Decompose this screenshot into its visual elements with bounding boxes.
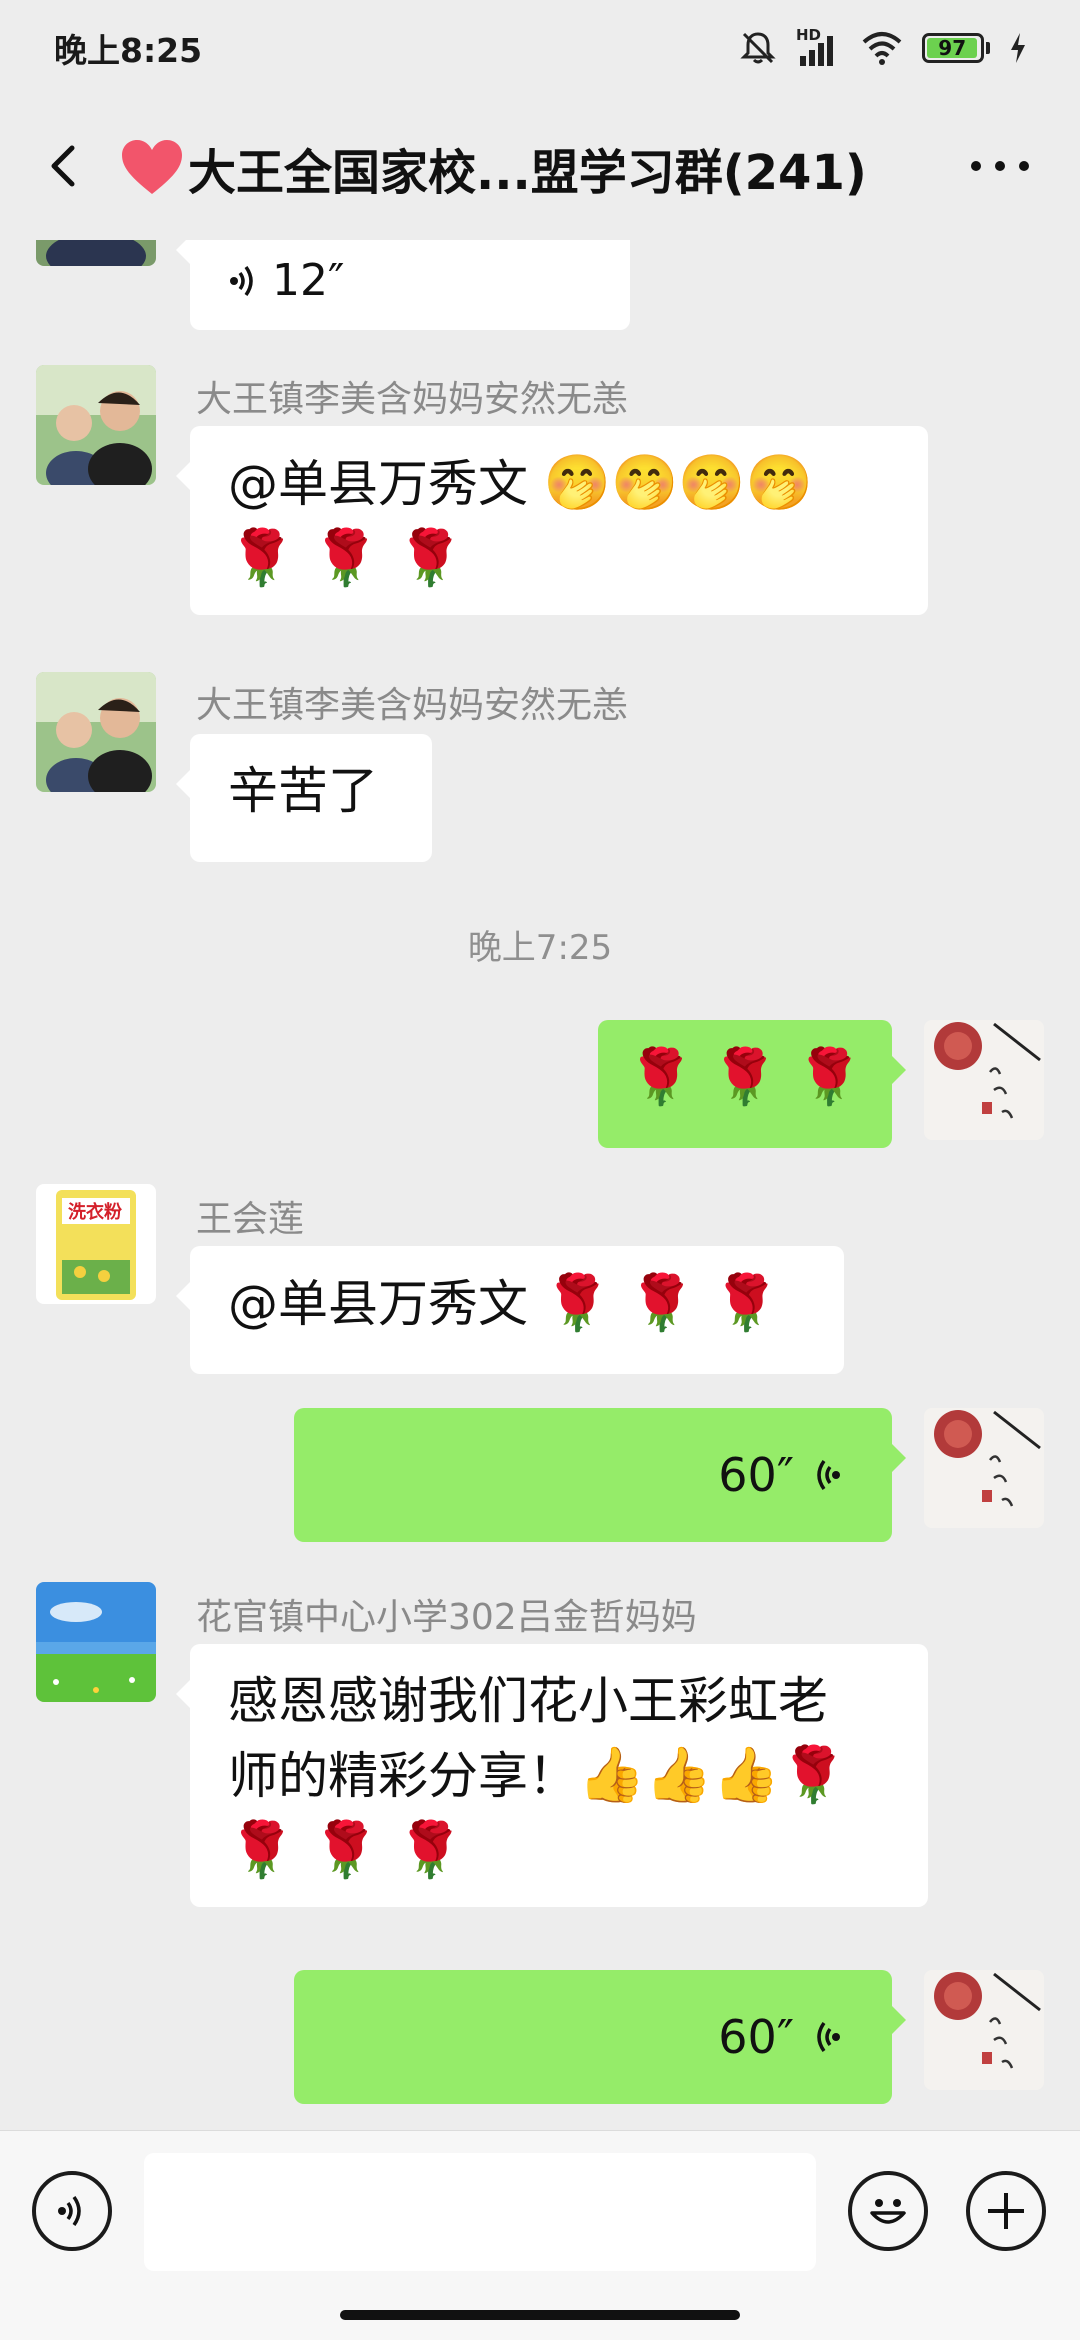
- message-list[interactable]: 12″ 大王镇李美含妈妈安然无恙 @单县万秀文 🤭🤭🤭🤭 🌹 🌹 🌹 大王镇李美…: [0, 240, 1080, 2130]
- battery-level: 97: [927, 38, 978, 58]
- emoji-hands-over-mouth: 🤭🤭🤭🤭: [543, 451, 813, 514]
- voice-message-bubble[interactable]: 12″: [176, 240, 630, 330]
- message-text: 感恩感谢我们花小王彩虹老: [228, 1672, 828, 1730]
- mention-text: @单县万秀文: [228, 1275, 544, 1333]
- voice-input-button[interactable]: [32, 2171, 112, 2251]
- self-avatar[interactable]: [924, 1020, 1044, 1140]
- more-options-icon[interactable]: [960, 146, 1040, 186]
- voice-duration: 60″: [718, 2010, 794, 2064]
- wifi-icon: [862, 32, 902, 65]
- emoji-roses: 🌹 🌹 🌹: [228, 1818, 465, 1881]
- mute-icon: [740, 32, 776, 64]
- heart-icon: [122, 140, 182, 194]
- self-avatar[interactable]: [924, 1408, 1044, 1528]
- chat-title[interactable]: 大王全国家校...盟学习群(241): [120, 136, 867, 201]
- status-icons: HD 97: [738, 26, 1028, 68]
- message-bubble[interactable]: 辛苦了: [176, 734, 432, 862]
- charging-icon: [1011, 33, 1025, 63]
- avatar[interactable]: [36, 1582, 156, 1702]
- avatar[interactable]: [36, 365, 156, 485]
- more-functions-button[interactable]: [966, 2171, 1046, 2251]
- emoji-roses: 🌹 🌹 🌹: [543, 1271, 780, 1334]
- voice-duration: 12″: [272, 255, 345, 306]
- emoji-roses: 🌹 🌹 🌹: [626, 1045, 864, 1108]
- svg-text:洗衣粉: 洗衣粉: [68, 1201, 122, 1223]
- chat-header: 大王全国家校...盟学习群(241): [0, 96, 1080, 240]
- voice-message-bubble-self[interactable]: 60″: [294, 1970, 906, 2104]
- status-bar: 晚上8:25 HD 97: [0, 0, 1080, 96]
- message-bubble[interactable]: @单县万秀文 🤭🤭🤭🤭 🌹 🌹 🌹: [176, 426, 928, 615]
- mention-text: @单县万秀文: [228, 455, 544, 513]
- smiley-icon: [870, 2199, 906, 2224]
- emoji-roses: 🌹 🌹 🌹: [228, 526, 465, 589]
- voice-wave-icon: [817, 2021, 840, 2053]
- back-arrow-icon[interactable]: [34, 136, 94, 196]
- message-text: 辛苦了: [228, 762, 378, 820]
- sender-name: 大王镇李美含妈妈安然无恙: [196, 379, 629, 420]
- avatar[interactable]: 洗衣粉: [36, 1184, 156, 1304]
- emoji-button[interactable]: [848, 2171, 928, 2251]
- avatar[interactable]: [36, 240, 156, 266]
- plus-icon: [988, 2193, 1024, 2229]
- chat-input-bar: [0, 2130, 1080, 2340]
- signal-icon: HD: [796, 26, 842, 68]
- voice-duration: 60″: [718, 1448, 794, 1502]
- sender-name: 花官镇中心小学302吕金哲妈妈: [196, 1597, 697, 1638]
- emoji-thumbs-up: 👍👍👍🌹: [578, 1743, 847, 1806]
- voice-message-bubble-self[interactable]: 60″: [294, 1408, 906, 1542]
- voice-wave-icon: [230, 265, 253, 297]
- time-divider: 晚上7:25: [467, 928, 613, 968]
- sender-name: 大王镇李美含妈妈安然无恙: [196, 685, 629, 726]
- message-text: 师的精彩分享！: [228, 1747, 578, 1805]
- avatar[interactable]: [36, 672, 156, 792]
- voice-wave-icon: [817, 1459, 840, 1491]
- self-avatar[interactable]: [924, 1970, 1044, 2090]
- message-input[interactable]: [144, 2153, 816, 2271]
- sender-name: 王会莲: [196, 1199, 305, 1240]
- battery-icon: 97: [922, 33, 990, 63]
- chat-title-text: 大王全国家校...盟学习群(241): [188, 145, 867, 201]
- home-indicator[interactable]: [340, 2310, 740, 2320]
- voice-wave-icon: [58, 2195, 81, 2227]
- status-time: 晚上8:25: [54, 31, 203, 70]
- message-bubble[interactable]: 感恩感谢我们花小王彩虹老 师的精彩分享！👍👍👍🌹 🌹 🌹 🌹: [176, 1644, 928, 1907]
- message-bubble-self[interactable]: 🌹 🌹 🌹: [598, 1020, 906, 1148]
- message-bubble[interactable]: @单县万秀文 🌹 🌹 🌹: [176, 1246, 844, 1374]
